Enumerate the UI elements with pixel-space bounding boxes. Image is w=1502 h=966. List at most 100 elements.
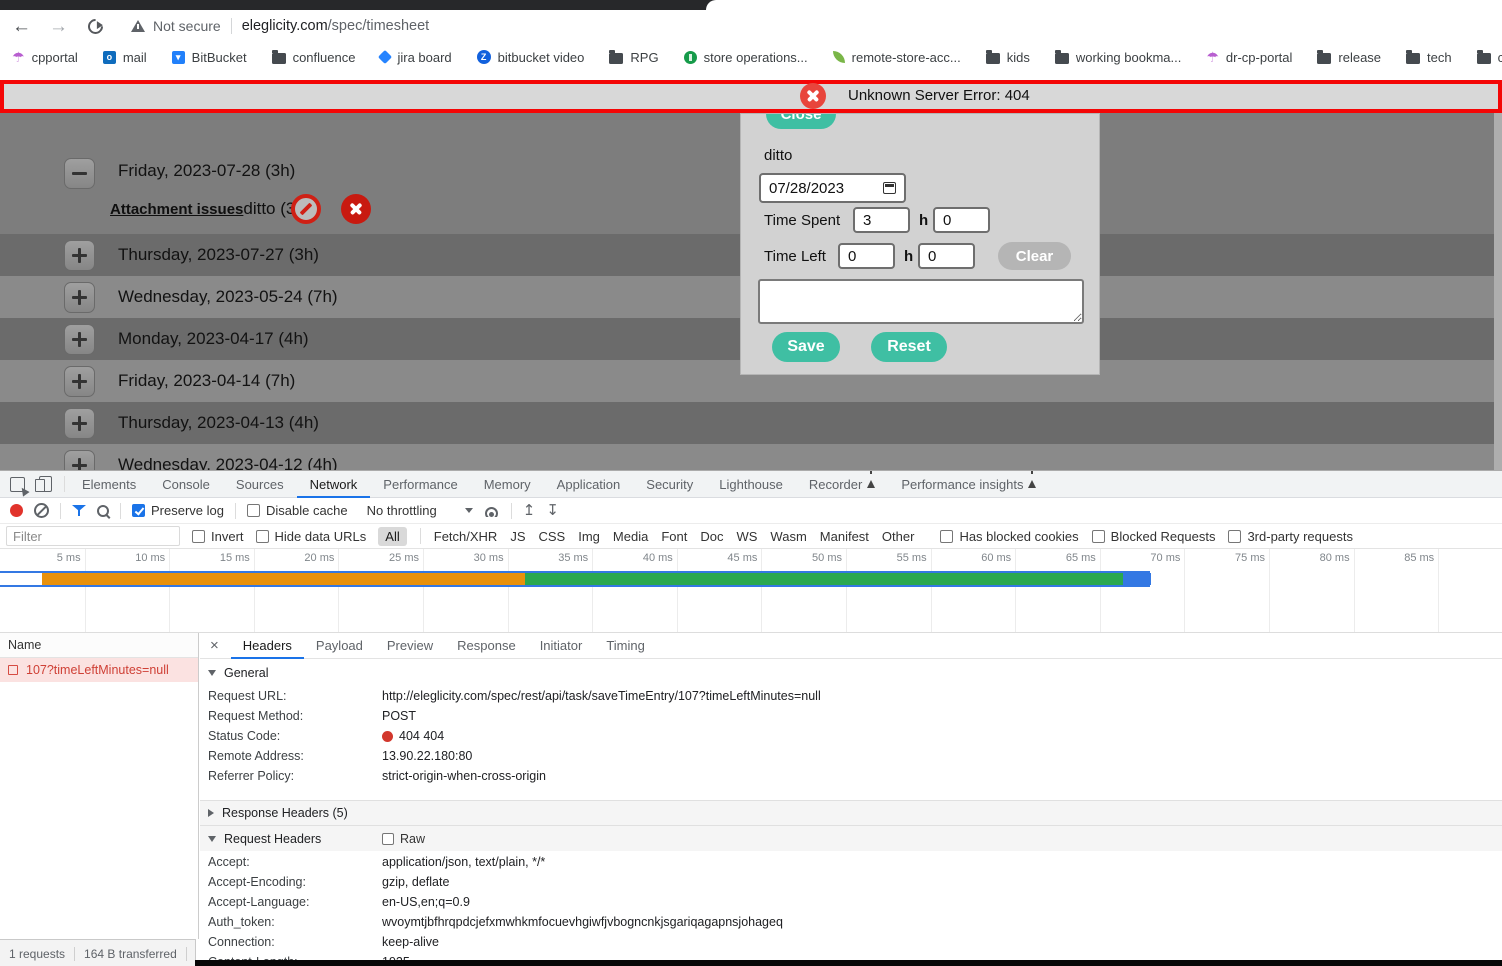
bookmark-item[interactable]: working bookma... xyxy=(1055,50,1182,65)
forward-icon[interactable]: → xyxy=(49,17,68,36)
close-button[interactable]: Close xyxy=(766,114,836,129)
expand-row-button[interactable] xyxy=(64,324,95,355)
collapse-row-button[interactable] xyxy=(64,158,95,189)
expand-row-button[interactable] xyxy=(64,282,95,313)
preserve-log-checkbox[interactable]: Preserve log xyxy=(132,503,224,518)
filter-checkbox-blocked-requests[interactable]: Blocked Requests xyxy=(1092,529,1216,544)
devtools-tab-memory[interactable]: Memory xyxy=(471,471,544,498)
expand-row-button[interactable] xyxy=(64,408,95,439)
clear-button[interactable]: Clear xyxy=(998,242,1071,270)
page-scrollbar[interactable] xyxy=(1494,113,1502,470)
filter-chip-other[interactable]: Other xyxy=(882,529,915,544)
devtools-tab-performance[interactable]: Performance xyxy=(370,471,470,498)
bookmark-item[interactable]: jira board xyxy=(380,50,451,65)
close-details-icon[interactable]: × xyxy=(210,637,219,654)
details-tab-initiator[interactable]: Initiator xyxy=(528,633,595,659)
time-left-minutes-input[interactable]: 0 xyxy=(918,243,975,269)
bookmark-item[interactable]: release xyxy=(1317,50,1381,65)
filter-chip-fetch-xhr[interactable]: Fetch/XHR xyxy=(434,529,498,544)
expand-row-button[interactable] xyxy=(64,366,95,397)
time-left-hours-input[interactable]: 0 xyxy=(838,243,895,269)
network-conditions-icon[interactable] xyxy=(484,505,500,517)
devtools-tab-sources[interactable]: Sources xyxy=(223,471,297,498)
devtools-tab-lighthouse[interactable]: Lighthouse xyxy=(706,471,796,498)
back-icon[interactable]: ← xyxy=(12,17,31,36)
general-section-header[interactable]: General xyxy=(200,659,1502,686)
bookmark-item[interactable]: ▾BitBucket xyxy=(172,50,247,65)
filter-checkbox-has-blocked-cookies[interactable]: Has blocked cookies xyxy=(940,529,1078,544)
bookmark-item[interactable]: ☂cpportal xyxy=(12,50,78,65)
expand-row-button[interactable] xyxy=(64,240,95,271)
disable-cache-checkbox[interactable]: Disable cache xyxy=(247,503,348,518)
filter-chip-media[interactable]: Media xyxy=(613,529,648,544)
url-bar[interactable]: eleglicity.com/spec/timesheet xyxy=(242,17,430,35)
filter-chip-img[interactable]: Img xyxy=(578,529,600,544)
throttling-dropdown[interactable]: No throttling xyxy=(367,503,473,518)
filter-icon[interactable] xyxy=(72,505,86,517)
record-network-log-icon[interactable] xyxy=(10,504,23,517)
bookmark-item[interactable]: remote-store-acc... xyxy=(833,50,961,65)
bookmark-item[interactable]: cxs xyxy=(1477,50,1502,65)
reload-icon[interactable] xyxy=(85,15,106,36)
delete-entry-icon[interactable] xyxy=(341,194,371,224)
clear-network-log-icon[interactable] xyxy=(34,503,49,518)
invert-checkbox[interactable]: Invert xyxy=(192,529,244,544)
inspect-element-icon[interactable] xyxy=(10,477,25,492)
bookmark-item[interactable]: store operations... xyxy=(684,50,808,65)
request-row-failed[interactable]: 107?timeLeftMinutes=null xyxy=(0,658,198,682)
devtools-tab-application[interactable]: Application xyxy=(544,471,634,498)
hide-data-urls-checkbox[interactable]: Hide data URLs xyxy=(256,529,367,544)
filter-chip-all[interactable]: All xyxy=(378,527,406,546)
raw-checkbox[interactable]: Raw xyxy=(382,832,425,846)
filter-chip-font[interactable]: Font xyxy=(661,529,687,544)
filter-chip-ws[interactable]: WS xyxy=(736,529,757,544)
save-button[interactable]: Save xyxy=(772,332,840,362)
header-value-text: en-US,en;q=0.9 xyxy=(382,895,470,909)
bookmark-item[interactable]: kids xyxy=(986,50,1030,65)
devtools-tab-network[interactable]: Network xyxy=(297,471,371,498)
request-headers-section-header[interactable]: Request Headers Raw xyxy=(200,825,1502,851)
details-tab-headers[interactable]: Headers xyxy=(231,633,304,659)
name-column-header[interactable]: Name xyxy=(0,633,198,658)
device-toolbar-icon[interactable] xyxy=(39,476,52,492)
details-tab-timing[interactable]: Timing xyxy=(594,633,657,659)
devtools-tab-security[interactable]: Security xyxy=(633,471,706,498)
filter-chip-css[interactable]: CSS xyxy=(539,529,566,544)
calendar-icon[interactable] xyxy=(883,182,896,194)
bookmark-item[interactable]: omail xyxy=(103,50,147,65)
network-overview-bar[interactable] xyxy=(0,571,1150,587)
devtools-tab-console[interactable]: Console xyxy=(149,471,223,498)
time-spent-hours-input[interactable]: 3 xyxy=(853,207,910,233)
security-label[interactable]: Not secure xyxy=(153,18,221,34)
bookmark-item[interactable]: ☂dr-cp-portal xyxy=(1206,50,1292,65)
date-input[interactable]: 07/28/2023 xyxy=(759,173,906,203)
details-tab-payload[interactable]: Payload xyxy=(304,633,375,659)
devtools-tab-performance-insights[interactable]: Performance insights xyxy=(888,471,1049,498)
attachment-issues-link[interactable]: Attachment issues xyxy=(110,201,243,218)
bookmark-item[interactable]: RPG xyxy=(609,50,658,65)
filter-chip-js[interactable]: JS xyxy=(510,529,525,544)
not-secure-warning-icon[interactable] xyxy=(131,20,145,32)
filter-chip-doc[interactable]: Doc xyxy=(700,529,723,544)
export-har-icon[interactable]: ↧ xyxy=(546,503,559,518)
triangle-right-icon xyxy=(208,809,214,817)
devtools-tab-recorder[interactable]: Recorder xyxy=(796,471,888,498)
filter-input[interactable] xyxy=(6,526,180,546)
response-headers-section-header[interactable]: Response Headers (5) xyxy=(200,800,1502,825)
filter-checkbox-3rd-party-requests[interactable]: 3rd-party requests xyxy=(1228,529,1353,544)
time-spent-minutes-input[interactable]: 0 xyxy=(933,207,990,233)
comment-textarea[interactable] xyxy=(758,279,1084,324)
bookmark-item[interactable]: tech xyxy=(1406,50,1452,65)
reset-button[interactable]: Reset xyxy=(871,332,947,362)
bookmark-item[interactable]: confluence xyxy=(272,50,356,65)
details-tab-preview[interactable]: Preview xyxy=(375,633,445,659)
filter-chip-wasm[interactable]: Wasm xyxy=(770,529,806,544)
search-icon[interactable] xyxy=(97,505,109,517)
bookmark-item[interactable]: Zbitbucket video xyxy=(477,50,585,65)
import-har-icon[interactable]: ↥ xyxy=(523,503,536,518)
filter-chip-manifest[interactable]: Manifest xyxy=(820,529,869,544)
devtools-tab-elements[interactable]: Elements xyxy=(69,471,149,498)
edit-entry-icon[interactable] xyxy=(291,194,321,224)
details-tab-response[interactable]: Response xyxy=(445,633,528,659)
expand-row-button[interactable] xyxy=(64,450,95,470)
